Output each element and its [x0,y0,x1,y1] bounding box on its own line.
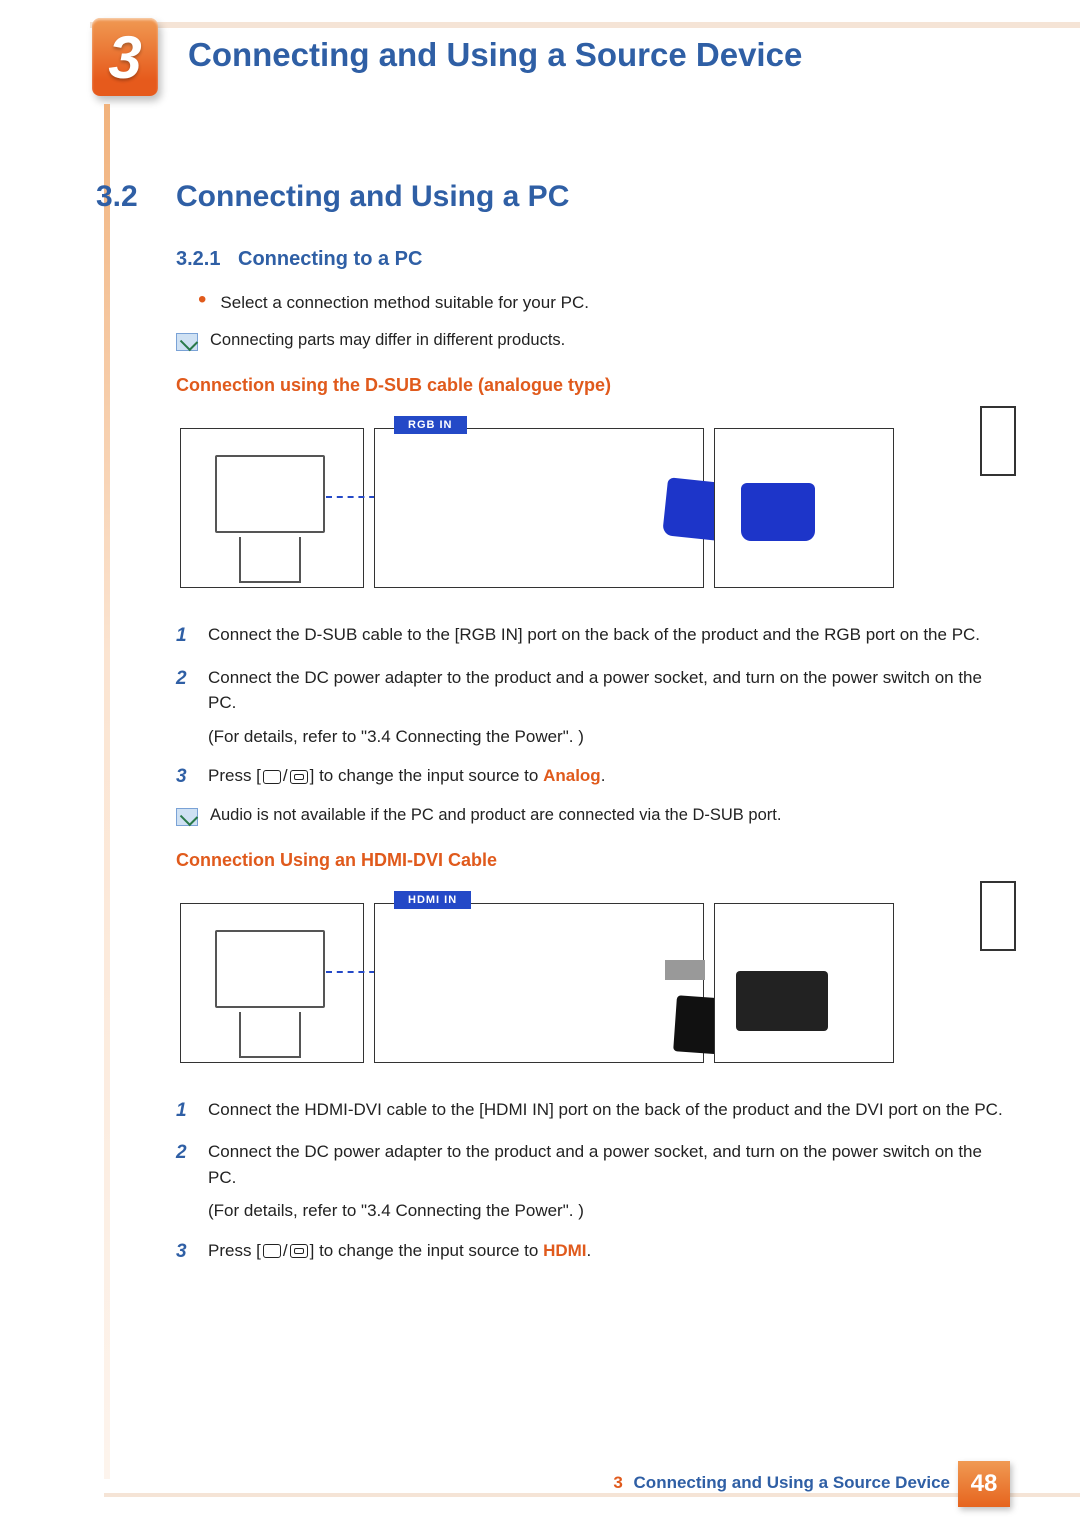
port-label-hdmi: HDMI IN [394,891,471,909]
figure-monitor-box [180,903,364,1063]
footer-divider [104,1493,1080,1497]
chapter-title: Connecting and Using a Source Device [188,36,802,74]
step-item: 2 Connect the DC power adapter to the pr… [176,1139,1010,1224]
step-text: Press [/] to change the input source to … [208,1238,591,1267]
steps-list-b: 1 Connect the HDMI-DVI cable to the [HDM… [176,1097,1010,1267]
footer-text: 3 Connecting and Using a Source Device [613,1473,950,1493]
bullet-text: Select a connection method suitable for … [220,293,589,313]
pc-tower-icon [980,881,1016,951]
note-icon [176,808,198,826]
step-number: 3 [176,1238,208,1267]
step-subtext: (For details, refer to "3.4 Connecting t… [208,724,1010,750]
step-fragment: ] to change the input source to [310,766,543,785]
port-label-rgb: RGB IN [394,416,467,434]
monitor-stand-icon [239,1012,301,1058]
method-b-heading: Connection Using an HDMI-DVI Cable [176,850,1010,871]
figure-cable-box [374,903,704,1063]
step-text: Connect the DC power adapter to the prod… [208,1139,1010,1224]
note-text: Connecting parts may differ in different… [210,331,565,350]
method-a-heading: Connection using the D-SUB cable (analog… [176,375,1010,396]
section-number: 3.2 [96,180,176,214]
figure-dsub: RGB IN [176,418,1010,598]
step-number: 1 [176,1097,208,1126]
note-row: Audio is not available if the PC and pro… [176,806,1010,826]
step-fragment: / [283,766,288,785]
keyword: Analog [543,766,601,785]
monitor-icon [215,455,325,533]
figure-pc-box [714,428,894,588]
source-button-icon [290,770,308,784]
keyword: HDMI [543,1241,586,1260]
step-item: 1 Connect the D-SUB cable to the [RGB IN… [176,622,1010,651]
step-subtext: (For details, refer to "3.4 Connecting t… [208,1198,1010,1224]
step-number: 2 [176,665,208,750]
footer-chapter-number: 3 [613,1473,622,1492]
bullet-dot-icon: • [198,293,206,313]
note-text: Audio is not available if the PC and pro… [210,806,781,825]
step-number: 1 [176,622,208,651]
step-item: 3 Press [ / ] to change the input source t… [176,763,1010,792]
footer-chapter-title: Connecting and Using a Source Device [634,1473,950,1492]
bullet-item: • Select a connection method suitable fo… [198,293,1010,313]
page-number: 48 [971,1470,998,1498]
chapter-badge: 3 [92,18,158,96]
note-icon [176,333,198,351]
step-text: Connect the DC power adapter to the prod… [208,665,1010,750]
step-item: 2 Connect the DC power adapter to the pr… [176,665,1010,750]
section-heading: 3.2 Connecting and Using a PC [96,180,1010,214]
monitor-stand-icon [239,537,301,583]
steps-list-a: 1 Connect the D-SUB cable to the [RGB IN… [176,622,1010,792]
dsub-connector-icon [741,483,815,541]
page-content: 3.2 Connecting and Using a PC 3.2.1 Conn… [96,180,1010,1280]
step-text: Press [/] to change the input source to … [208,763,605,792]
step-text-line: Connect the DC power adapter to the prod… [208,668,982,713]
step-text: Connect the D-SUB cable to the [RGB IN] … [208,622,980,651]
hdmi-tip-icon [665,960,705,980]
figure-monitor-box [180,428,364,588]
step-fragment: Press [ [208,766,261,785]
step-fragment: Press [ [208,1241,261,1260]
step-item: 1 Connect the HDMI-DVI cable to the [HDM… [176,1097,1010,1126]
chapter-number: 3 [108,23,141,92]
section-title: Connecting and Using a PC [176,180,569,214]
note-row: Connecting parts may differ in different… [176,331,1010,351]
dvi-connector-icon [736,971,828,1031]
step-fragment: . [587,1241,592,1260]
subsection-title: Connecting to a PC [238,248,422,271]
pc-tower-icon [980,406,1016,476]
step-item: 3 Press [ / ] to change the input source t… [176,1238,1010,1267]
figure-hdmi-dvi: HDMI IN [176,893,1010,1073]
top-divider [90,22,1080,28]
source-button-icon [263,1244,281,1258]
page-number-badge: 48 [958,1461,1010,1507]
source-button-icon [263,770,281,784]
step-text: Connect the HDMI-DVI cable to the [HDMI … [208,1097,1003,1126]
figure-cable-box [374,428,704,588]
step-fragment: / [283,1241,288,1260]
subsection-heading: 3.2.1 Connecting to a PC [176,248,1010,271]
source-button-icon [290,1244,308,1258]
step-number: 3 [176,763,208,792]
step-fragment: ] to change the input source to [310,1241,543,1260]
step-number: 2 [176,1139,208,1224]
step-fragment: . [601,766,606,785]
subsection-number: 3.2.1 [176,248,238,271]
monitor-icon [215,930,325,1008]
step-text-line: Connect the DC power adapter to the prod… [208,1142,982,1187]
